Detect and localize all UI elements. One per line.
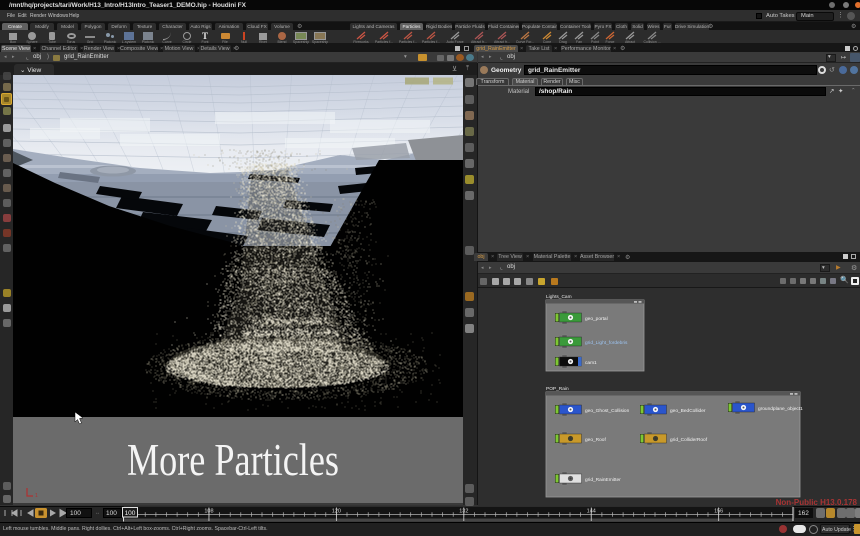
svg-text:geo_Ghost_Collision: geo_Ghost_Collision bbox=[585, 408, 630, 414]
svg-text:cam1: cam1 bbox=[585, 360, 597, 366]
svg-text:108: 108 bbox=[204, 509, 213, 515]
svg-text:Non-Public H13.0.178: Non-Public H13.0.178 bbox=[776, 498, 858, 506]
svg-text:More Particles: More Particles bbox=[127, 435, 339, 485]
svg-text:geo_portal: geo_portal bbox=[585, 316, 608, 322]
svg-text:grid_Light_fordebris: grid_Light_fordebris bbox=[585, 340, 628, 346]
svg-text:132: 132 bbox=[459, 509, 468, 515]
svg-text:120: 120 bbox=[332, 509, 341, 515]
svg-text:144: 144 bbox=[587, 509, 596, 515]
svg-text:grid_ColliderRoof: grid_ColliderRoof bbox=[670, 437, 708, 443]
svg-text:Lights_Cam: Lights_Cam bbox=[546, 294, 572, 300]
svg-text:grid_RainEmitter: grid_RainEmitter bbox=[585, 477, 621, 483]
svg-text:1: 1 bbox=[35, 493, 38, 499]
svg-text:geo_BedCollider: geo_BedCollider bbox=[670, 408, 706, 414]
svg-text:groundplane_object1: groundplane_object1 bbox=[758, 406, 803, 412]
svg-text:POP_Rain: POP_Rain bbox=[546, 386, 569, 392]
svg-text:156: 156 bbox=[714, 509, 723, 515]
svg-text:geo_Roof: geo_Roof bbox=[585, 437, 606, 443]
svg-text:100: 100 bbox=[125, 510, 136, 517]
